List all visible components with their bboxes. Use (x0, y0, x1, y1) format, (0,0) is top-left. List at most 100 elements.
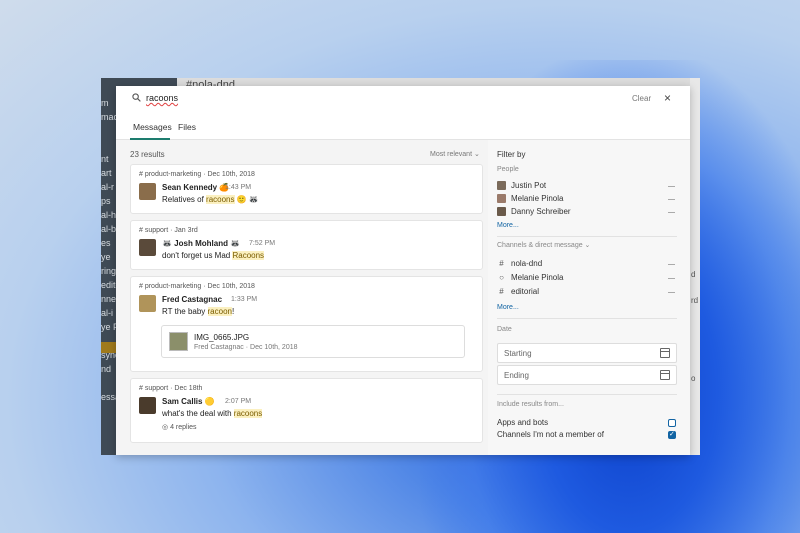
hash-icon: # (499, 259, 504, 268)
calendar-icon[interactable] (660, 348, 670, 358)
sort-dropdown[interactable]: Most relevant ⌄ (430, 150, 480, 158)
result-time: 2:07 PM (225, 398, 252, 405)
filter-checkbox[interactable] (668, 186, 675, 187)
sidebar-item[interactable]: al-h (101, 210, 117, 220)
avatar (497, 181, 506, 190)
search-modal: racoons Clear × Messages Files 23 result… (116, 86, 690, 455)
tab-files[interactable]: Files (178, 122, 196, 132)
result-channel[interactable]: # product-marketing · Dec 10th, 2018 (139, 171, 255, 178)
divider (497, 318, 677, 319)
search-input[interactable]: racoons (146, 93, 178, 103)
result-time: 7:52 PM (249, 240, 276, 247)
include-apps-label: Apps and bots (497, 418, 549, 427)
channels-more-link[interactable]: More... (497, 304, 519, 311)
result-time: 1:33 PM (231, 296, 258, 303)
sidebar-item[interactable]: ps (101, 196, 117, 206)
avatar[interactable] (139, 183, 156, 200)
avatar[interactable] (139, 239, 156, 256)
search-result[interactable]: # product-marketing · Dec 10th, 2018 Sea… (130, 164, 483, 214)
search-result[interactable]: # product-marketing · Dec 10th, 2018 Fre… (130, 276, 483, 372)
result-message: what's the deal with racoons (162, 409, 263, 418)
tab-messages[interactable]: Messages (133, 122, 172, 132)
sidebar-item[interactable]: es (101, 238, 117, 248)
hash-icon: # (499, 287, 504, 296)
app-right-strip: d rd o (690, 78, 700, 455)
avatar[interactable] (139, 295, 156, 312)
result-channel[interactable]: # support · Jan 3rd (139, 227, 198, 234)
avatar (497, 194, 506, 203)
result-message: Relatives of racoons 🙂 🦝 (162, 195, 259, 204)
sidebar-item[interactable]: nd (101, 364, 117, 374)
result-time: 1:43 PM (225, 184, 252, 191)
search-result[interactable]: # support · Jan 3rd 🦝 Josh Mohland 🦝 7:5… (130, 220, 483, 270)
thread-replies[interactable]: ◎ 4 replies (162, 423, 197, 431)
filter-person[interactable]: Danny Schreiber (497, 207, 571, 216)
sidebar-item[interactable]: sync (101, 350, 117, 360)
attachment-name: IMG_0665.JPG (194, 333, 250, 342)
date-start-field[interactable]: Starting (497, 343, 677, 363)
sidebar-item[interactable]: m (101, 98, 117, 108)
search-icon (132, 93, 141, 102)
filter-channel[interactable]: ○ Melanie Pinola (497, 273, 563, 282)
search-bar: racoons Clear × (116, 86, 690, 112)
replies-icon: ◎ (162, 424, 171, 431)
image-thumbnail[interactable] (169, 332, 188, 351)
filter-checkbox[interactable] (668, 278, 675, 279)
divider (497, 236, 677, 237)
include-channels-label: Channels I'm not a member of (497, 430, 604, 439)
date-label: Date (497, 326, 512, 333)
search-result[interactable]: # support · Dec 18th Sam Callis 🟡 2:07 P… (130, 378, 483, 443)
result-message: don't forget us Mad Racoons (162, 251, 265, 260)
attachment-meta: Fred Castagnac · Dec 10th, 2018 (194, 344, 298, 351)
search-tabs: Messages Files (116, 118, 690, 140)
result-channel[interactable]: # product-marketing · Dec 10th, 2018 (139, 283, 255, 290)
sidebar-item[interactable]: ye (101, 252, 117, 262)
clear-button[interactable]: Clear (632, 94, 651, 103)
filter-pane: Filter by People Justin Pot Melanie Pino… (488, 140, 690, 455)
filter-checkbox[interactable] (668, 212, 675, 213)
people-more-link[interactable]: More... (497, 222, 519, 229)
result-author[interactable]: Sean Kennedy 🍊 (162, 183, 229, 192)
filter-person[interactable]: Melanie Pinola (497, 194, 563, 203)
calendar-icon[interactable] (660, 370, 670, 380)
filter-checkbox[interactable] (668, 199, 675, 200)
sidebar-item[interactable]: al-i (101, 308, 117, 318)
include-label: Include results from... (497, 401, 564, 408)
result-author[interactable]: Fred Castagnac (162, 295, 222, 304)
sidebar-item[interactable]: edito (101, 280, 117, 290)
right-strip-text: d (691, 270, 696, 279)
filter-person[interactable]: Justin Pot (497, 181, 546, 190)
people-label: People (497, 166, 519, 173)
sidebar-item[interactable]: al-r (101, 182, 117, 192)
date-end-field[interactable]: Ending (497, 365, 677, 385)
close-icon[interactable]: × (664, 91, 671, 105)
file-attachment[interactable]: IMG_0665.JPG Fred Castagnac · Dec 10th, … (161, 325, 465, 358)
sidebar-item[interactable]: nt (101, 154, 117, 164)
result-message: RT the baby racoon! (162, 307, 235, 316)
filter-checkbox[interactable] (668, 264, 675, 265)
include-channels-checkbox[interactable] (668, 430, 676, 439)
filter-title: Filter by (497, 150, 526, 159)
channels-label[interactable]: Channels & direct message ⌄ (497, 241, 590, 249)
result-channel[interactable]: # support · Dec 18th (139, 385, 202, 392)
sidebar-item[interactable]: nne (101, 294, 117, 304)
results-pane: 23 results Most relevant ⌄ # product-mar… (116, 140, 488, 455)
sidebar-item[interactable]: art (101, 168, 117, 178)
right-strip-text: o (691, 374, 696, 383)
sidebar-item[interactable]: ring (101, 266, 117, 276)
filter-channel[interactable]: # nola-dnd (497, 259, 542, 268)
sidebar-item[interactable]: ye Pl (101, 322, 117, 332)
avatar (497, 207, 506, 216)
filter-channel[interactable]: # editorial (497, 287, 539, 296)
result-author[interactable]: Sam Callis 🟡 (162, 397, 215, 406)
sidebar-item[interactable]: mac (101, 112, 117, 122)
sidebar-item[interactable]: al-b (101, 224, 117, 234)
results-count: 23 results (130, 150, 165, 159)
dm-icon: ○ (499, 273, 504, 282)
sidebar-item[interactable]: essa (101, 392, 117, 402)
filter-checkbox[interactable] (668, 292, 675, 293)
result-author[interactable]: 🦝 Josh Mohland 🦝 (162, 239, 240, 248)
right-strip-text: rd (691, 296, 699, 305)
avatar[interactable] (139, 397, 156, 414)
include-apps-checkbox[interactable] (668, 419, 676, 427)
